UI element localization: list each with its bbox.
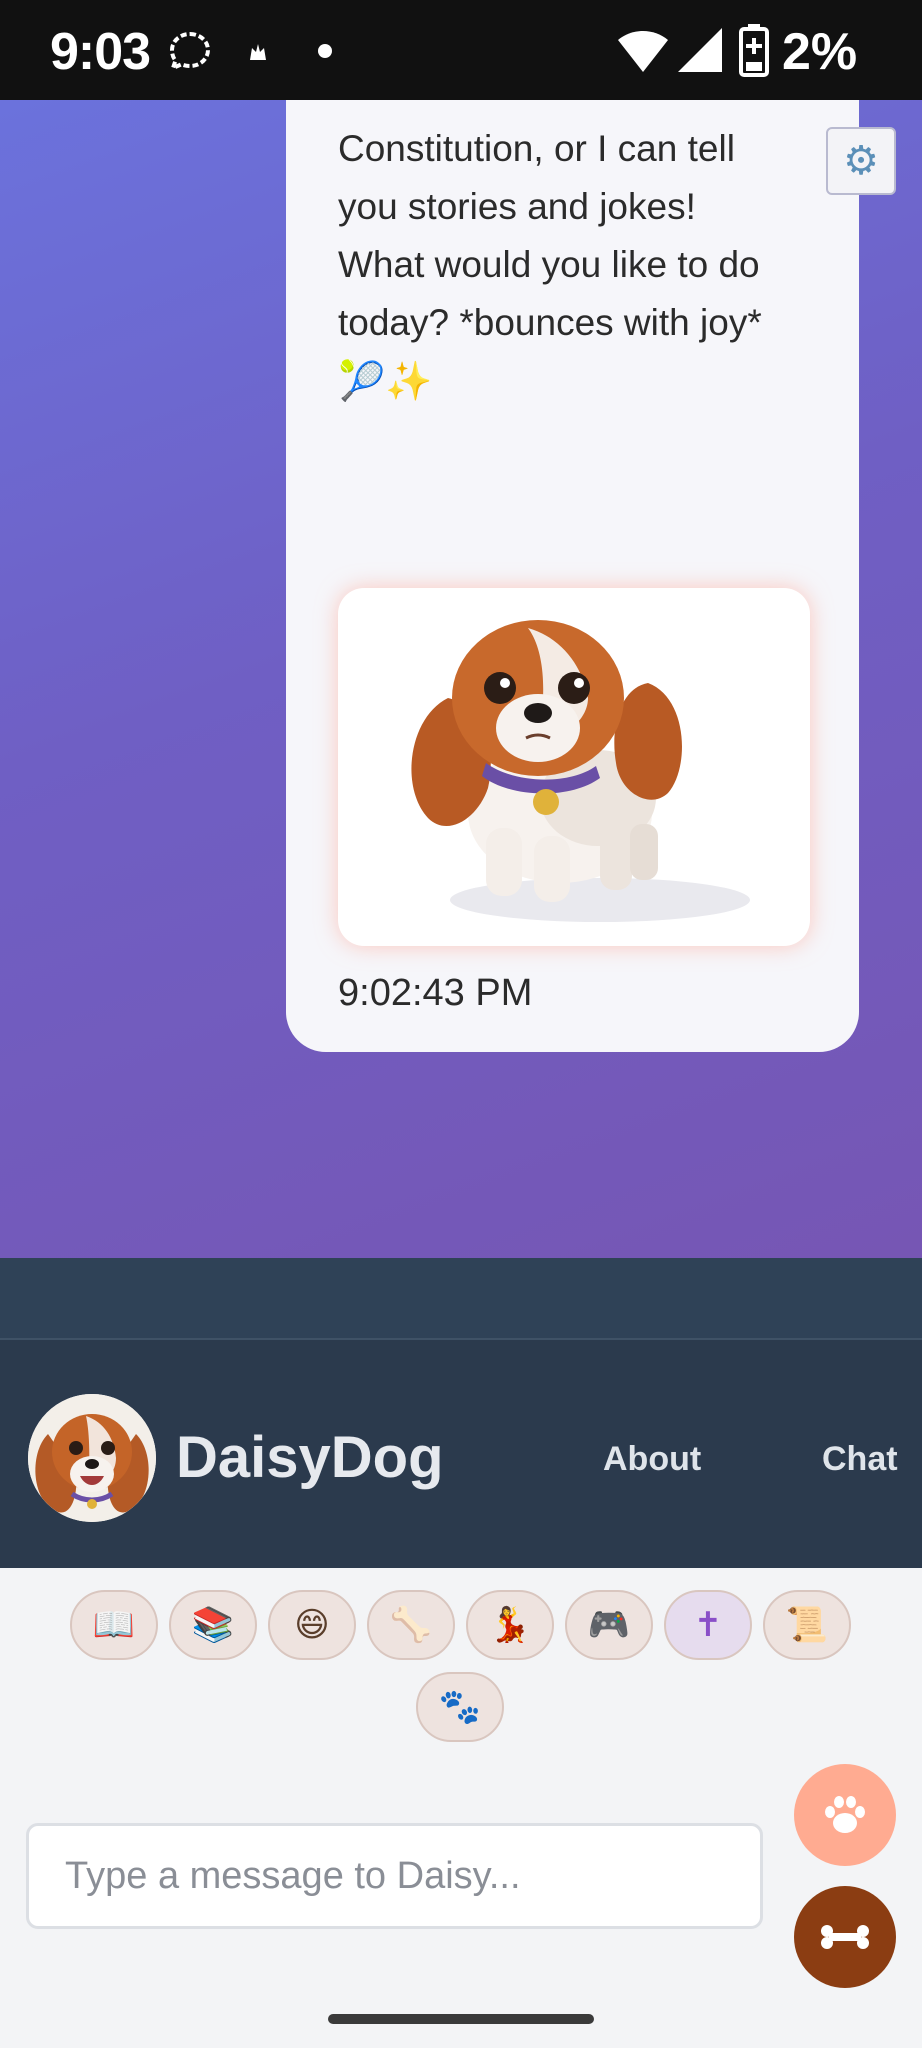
quick-action-bible-button[interactable]: ✝ bbox=[664, 1590, 752, 1660]
nav-chat-link[interactable]: Chat bbox=[822, 1440, 898, 1479]
bone-icon: 🦴 bbox=[389, 1605, 433, 1645]
quick-action-game-button[interactable]: 🎮 bbox=[565, 1590, 653, 1660]
scroll-icon: 📜 bbox=[785, 1605, 829, 1645]
quick-action-bone-button[interactable]: 🦴 bbox=[367, 1590, 455, 1660]
quick-action-books-button[interactable]: 📚 bbox=[169, 1590, 257, 1660]
brand-title[interactable]: DaisyDog bbox=[176, 1424, 444, 1491]
paw-icon bbox=[825, 1796, 865, 1833]
grin-icon: 😄 bbox=[294, 1605, 330, 1645]
message-line: Constitution, or I can tell bbox=[338, 128, 735, 169]
books-icon: 📚 bbox=[191, 1605, 235, 1645]
cross-icon: ✝ bbox=[693, 1605, 723, 1645]
gear-icon: ⚙ bbox=[843, 138, 879, 184]
chat-bubble-icon bbox=[169, 31, 211, 72]
message-timestamp: 9:02:43 PM bbox=[338, 972, 533, 1014]
bot-message-bubble: Constitution, or I can tell you stories … bbox=[286, 100, 859, 1052]
bone-icon bbox=[821, 1925, 869, 1949]
tennis-sparkles-emoji: 🎾✨ bbox=[338, 359, 433, 403]
app-screen: 9:03 2% Constitution, or I can tell you … bbox=[0, 0, 922, 2048]
message-line: today? *bounces with joy* bbox=[338, 302, 762, 343]
app-header: DaisyDog About Chat bbox=[0, 1340, 922, 1568]
battery-percentage: 2% bbox=[782, 23, 858, 81]
header-strip bbox=[0, 1258, 922, 1340]
message-line: you stories and jokes! bbox=[338, 186, 696, 227]
quick-action-dance-button[interactable]: 💃 bbox=[466, 1590, 554, 1660]
book-icon: 📖 bbox=[92, 1605, 136, 1645]
daisy-avatar[interactable] bbox=[28, 1394, 156, 1522]
nav-about-link[interactable]: About bbox=[603, 1440, 701, 1479]
wifi-icon bbox=[618, 31, 668, 72]
game-controller-icon: 🎮 bbox=[587, 1605, 631, 1645]
notification-dot-icon bbox=[250, 44, 266, 60]
cavalier-king-charles-spaniel-image[interactable] bbox=[338, 588, 810, 946]
chat-area[interactable]: Constitution, or I can tell you stories … bbox=[0, 100, 922, 1258]
bone-button[interactable] bbox=[794, 1886, 896, 1988]
quick-action-paw-button[interactable]: 🐾 bbox=[416, 1672, 504, 1742]
quick-action-joke-button[interactable]: 😄 bbox=[268, 1590, 356, 1660]
dog-face-icon bbox=[28, 1394, 156, 1522]
dancer-icon: 💃 bbox=[488, 1605, 532, 1645]
home-indicator[interactable] bbox=[328, 2014, 594, 2024]
message-input[interactable] bbox=[26, 1823, 763, 1929]
message-line: What would you like to do bbox=[338, 244, 760, 285]
cell-signal-icon bbox=[678, 28, 722, 72]
status-time: 9:03 bbox=[50, 23, 151, 81]
battery-charging-icon bbox=[739, 24, 769, 77]
paw-prints-icon: 🐾 bbox=[438, 1687, 482, 1727]
message-text: Constitution, or I can tell you stories … bbox=[338, 120, 818, 410]
settings-button[interactable]: ⚙ bbox=[826, 127, 896, 195]
dog-illustration bbox=[411, 620, 750, 922]
status-bar: 9:03 2% bbox=[0, 0, 922, 100]
quick-action-constitution-button[interactable]: 📜 bbox=[763, 1590, 851, 1660]
dot-icon bbox=[318, 44, 332, 58]
paw-button[interactable] bbox=[794, 1764, 896, 1866]
quick-action-book-button[interactable]: 📖 bbox=[70, 1590, 158, 1660]
